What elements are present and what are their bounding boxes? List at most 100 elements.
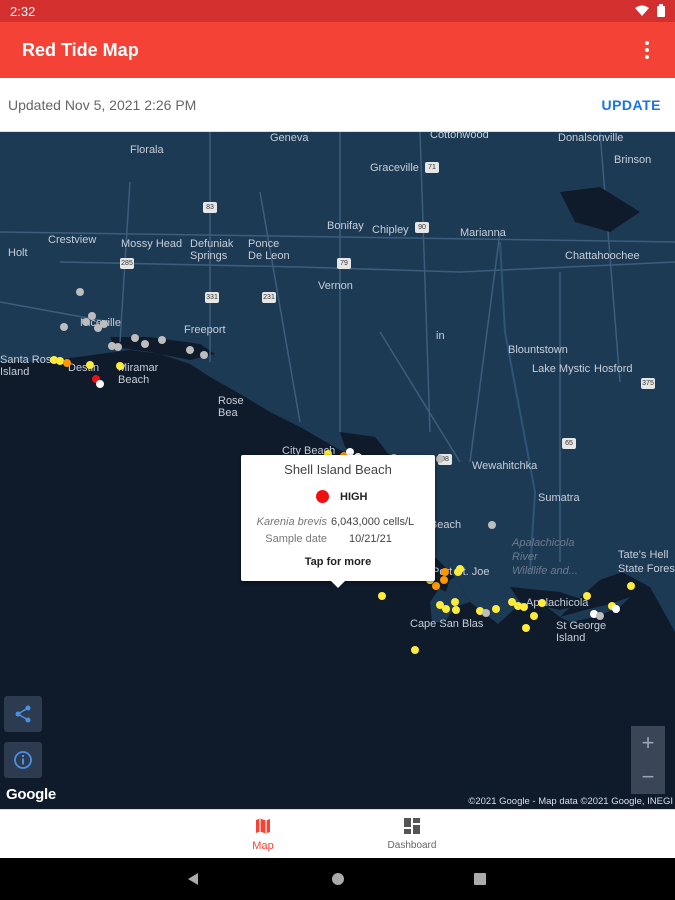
- route-shield: 285: [120, 258, 134, 269]
- sample-marker[interactable]: [76, 288, 84, 296]
- sample-marker[interactable]: [451, 598, 459, 606]
- zoom-in-button[interactable]: +: [631, 726, 665, 760]
- label-tates-hell: Tate's Hell State Forest: [618, 549, 675, 575]
- label-florala: Florala: [130, 144, 164, 156]
- update-row: Updated Nov 5, 2021 2:26 PM UPDATE: [0, 78, 675, 132]
- route-shield: 90: [415, 222, 429, 233]
- sample-marker[interactable]: [612, 605, 620, 613]
- map-view[interactable]: Geneva Cottonwood Donalsonville Florala …: [0, 132, 675, 809]
- label-brinson: Brinson: [614, 154, 652, 166]
- popup-title: Shell Island Beach: [284, 462, 392, 477]
- sample-marker[interactable]: [492, 605, 500, 613]
- back-icon[interactable]: [186, 872, 200, 886]
- sample-marker[interactable]: [442, 605, 450, 613]
- label-vernon: Vernon: [318, 280, 353, 292]
- sample-marker[interactable]: [88, 312, 96, 320]
- sample-marker[interactable]: [100, 320, 108, 328]
- label-crestview: Crestview: [48, 234, 97, 246]
- updated-timestamp: Updated Nov 5, 2021 2:26 PM: [8, 97, 197, 113]
- sample-marker[interactable]: [538, 599, 546, 607]
- sample-marker[interactable]: [583, 592, 591, 600]
- share-icon: [15, 705, 31, 723]
- map-icon: [256, 818, 270, 834]
- nav-item-dashboard[interactable]: Dashboard: [352, 810, 472, 859]
- wifi-icon: [635, 5, 649, 16]
- label-hosford: Hosford: [594, 363, 633, 375]
- more-vert-icon[interactable]: [635, 38, 659, 62]
- sample-marker[interactable]: [452, 606, 460, 614]
- info-button[interactable]: [4, 742, 42, 778]
- label-mossy-head: Mossy Head: [121, 238, 183, 250]
- sample-marker[interactable]: [114, 343, 122, 351]
- label-miramar-beach: Miramar Beach: [118, 362, 159, 386]
- sample-marker[interactable]: [436, 455, 444, 463]
- recents-icon[interactable]: [474, 873, 486, 885]
- google-logo: Google: [6, 786, 56, 803]
- sample-marker[interactable]: [86, 361, 94, 369]
- sample-marker[interactable]: [63, 359, 71, 367]
- nav-label-map: Map: [252, 840, 274, 852]
- sample-marker[interactable]: [522, 624, 530, 632]
- sample-marker[interactable]: [441, 568, 449, 576]
- sample-marker[interactable]: [530, 612, 538, 620]
- zoom-out-button[interactable]: −: [631, 760, 665, 794]
- label-cape-san-blas: Cape San Blas: [410, 618, 484, 630]
- label-destin: Destin: [68, 362, 100, 374]
- sample-marker[interactable]: [482, 609, 490, 617]
- sample-marker[interactable]: [186, 346, 194, 354]
- label-graceville: Graceville: [370, 162, 419, 174]
- sample-marker[interactable]: [432, 582, 440, 590]
- sample-marker[interactable]: [411, 646, 419, 654]
- label-cottonwood: Cottonwood: [430, 132, 489, 141]
- sample-marker[interactable]: [200, 351, 208, 359]
- label-blountstown: Blountstown: [508, 344, 568, 356]
- update-button[interactable]: UPDATE: [601, 97, 661, 113]
- sample-marker[interactable]: [596, 612, 604, 620]
- route-shield: 83: [203, 202, 217, 213]
- sample-marker[interactable]: [520, 603, 528, 611]
- tap-for-more-link[interactable]: Tap for more: [241, 556, 435, 568]
- app-bar: Red Tide Map: [0, 22, 675, 78]
- sample-marker[interactable]: [158, 336, 166, 344]
- share-button[interactable]: [4, 696, 42, 732]
- label-santa-rosa-island: Santa Rosa Island: [0, 354, 58, 378]
- map-attribution[interactable]: ©2021 Google - Map data ©2021 Google, IN…: [468, 796, 673, 807]
- popup-pointer: [331, 581, 345, 588]
- status-time: 2:32: [10, 4, 36, 19]
- sample-marker[interactable]: [131, 334, 139, 342]
- label-rosemary-beach: Rose Bea: [218, 395, 244, 419]
- label-defuniak: Defuniak Springs: [190, 238, 234, 262]
- nav-item-map[interactable]: Map: [203, 810, 323, 859]
- label-st-george-island: St George Island: [556, 620, 607, 644]
- sample-marker[interactable]: [96, 380, 104, 388]
- sample-info-popup[interactable]: Shell Island Beach HIGH Karenia brevis 6…: [241, 455, 435, 588]
- sample-marker[interactable]: [440, 576, 448, 584]
- route-shield: 231: [262, 292, 276, 303]
- battery-icon: [657, 4, 665, 17]
- label-ponce-de-leon: Ponce De Leon: [248, 238, 290, 262]
- route-shield: 71: [425, 162, 439, 173]
- sample-marker[interactable]: [627, 582, 635, 590]
- home-icon[interactable]: [331, 872, 345, 886]
- route-shield: 331: [205, 292, 219, 303]
- label-apalachicola-river-wildlife: Apalachicola River Wildlife and...: [512, 537, 578, 577]
- level-indicator-dot: [316, 490, 329, 503]
- sample-marker[interactable]: [378, 592, 386, 600]
- label-geneva: Geneva: [270, 132, 309, 144]
- label-in-partial: in: [436, 330, 445, 342]
- sample-marker[interactable]: [456, 565, 464, 573]
- sample-marker[interactable]: [116, 362, 124, 370]
- info-icon: [14, 751, 32, 769]
- sample-marker[interactable]: [141, 340, 149, 348]
- label-holt: Holt: [8, 247, 28, 259]
- label-wewahitchka: Wewahitchka: [472, 460, 538, 472]
- label-lake-mystic: Lake Mystic: [532, 363, 591, 375]
- bottom-navigation: Map Dashboard: [0, 809, 675, 858]
- status-bar: 2:32: [0, 0, 675, 22]
- popup-level: HIGH: [340, 491, 368, 503]
- organism-value: 6,043,000 cells/L: [331, 516, 415, 528]
- system-navigation-bar: [0, 858, 675, 900]
- sample-marker[interactable]: [488, 521, 496, 529]
- sample-marker[interactable]: [60, 323, 68, 331]
- status-icons: [635, 4, 665, 17]
